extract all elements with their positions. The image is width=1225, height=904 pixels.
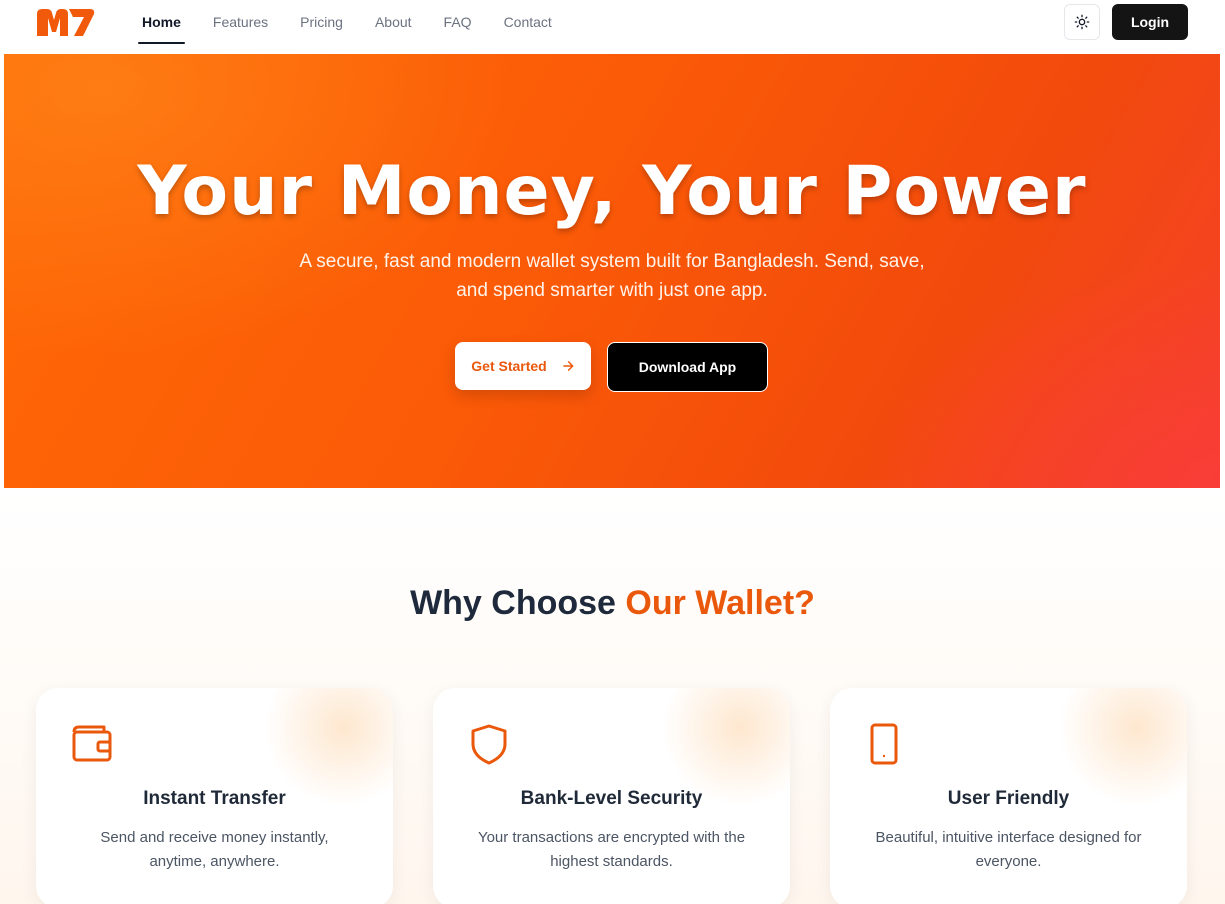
brand-logo[interactable] [35,6,97,40]
smartphone-icon [870,723,898,765]
feature-card-title: Instant Transfer [143,788,286,809]
theme-toggle-button[interactable] [1064,4,1100,40]
arrow-right-icon [562,361,574,371]
main-nav: Home Features Pricing About FAQ Contact [126,0,568,44]
hero-subtitle-line2: and spend smarter with just one app. [456,280,768,301]
feature-card-title: User Friendly [947,788,1070,809]
nav-home[interactable]: Home [126,0,197,44]
feature-card-instant-transfer: Instant Transfer Send and receive money … [36,688,393,904]
feature-card-description: Send and receive money instantly, anytim… [64,826,365,874]
get-started-label: Get Started [471,358,547,374]
feature-card-desc-line2: highest standards. [550,853,673,870]
nav-contact[interactable]: Contact [488,0,568,44]
top-navbar: Home Features Pricing About FAQ Contact … [0,0,1225,53]
feature-card-desc-line1: Beautiful, intuitive interface designed … [875,829,1142,846]
feature-card-description: Your transactions are encrypted with the… [461,826,762,874]
feature-card-desc-line2: anytime, anywhere. [149,853,280,870]
nav-pricing[interactable]: Pricing [284,0,359,44]
login-button[interactable]: Login [1112,4,1188,40]
feature-card-description: Beautiful, intuitive interface designed … [858,826,1159,874]
download-app-button[interactable]: Download App [607,342,768,392]
feature-card-user-friendly: User Friendly Beautiful, intuitive inter… [830,688,1187,904]
shield-icon [471,724,507,765]
sun-icon [1074,14,1090,30]
features-title: Why Choose Our Wallet? [0,584,1225,623]
feature-card-desc-line1: Send and receive money instantly, [100,829,329,846]
feature-card-bank-level-security: Bank-Level Security Your transactions ar… [433,688,790,904]
features-title-accent: Our Wallet? [625,584,815,622]
hero-title: Your Money, Your Power [137,152,1087,231]
hero-subtitle: A secure, fast and modern wallet system … [274,247,950,305]
feature-card-desc-line2: everyone. [975,853,1042,870]
feature-card-title: Bank-Level Security [520,788,703,809]
get-started-button[interactable]: Get Started [455,342,591,390]
features-section: Why Choose Our Wallet? Instant Transfer … [0,488,1225,904]
features-title-plain: Why Choose [410,584,626,622]
nav-faq[interactable]: FAQ [428,0,488,44]
nav-about[interactable]: About [359,0,428,44]
nav-features[interactable]: Features [197,0,284,44]
hero-subtitle-line1: A secure, fast and modern wallet system … [299,251,925,272]
feature-card-desc-line1: Your transactions are encrypted with the [477,829,746,846]
hero-section: Your Money, Your Power A secure, fast an… [4,54,1220,488]
wallet-icon [72,725,112,762]
